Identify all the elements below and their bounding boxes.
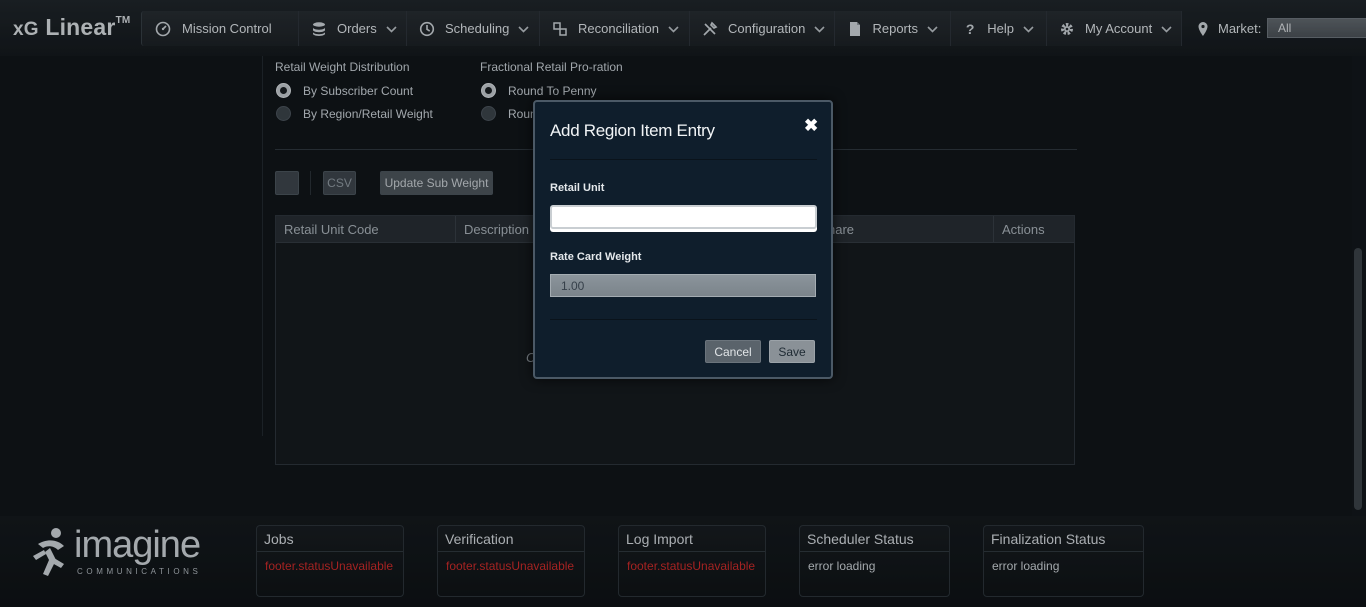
cancel-button[interactable]: Cancel — [705, 340, 761, 363]
close-icon[interactable]: ✖ — [804, 116, 818, 136]
modal-divider — [550, 159, 817, 160]
modal-divider — [550, 319, 817, 320]
rate-card-weight-input[interactable]: 1.00 — [550, 274, 816, 297]
modal-title: Add Region Item Entry — [550, 121, 715, 140]
add-region-item-modal: Add Region Item Entry ✖ Retail Unit Rate… — [533, 100, 833, 379]
retail-unit-label: Retail Unit — [550, 182, 605, 194]
rate-card-weight-label: Rate Card Weight — [550, 251, 642, 263]
retail-unit-input[interactable] — [550, 205, 817, 229]
save-button[interactable]: Save — [769, 340, 815, 363]
